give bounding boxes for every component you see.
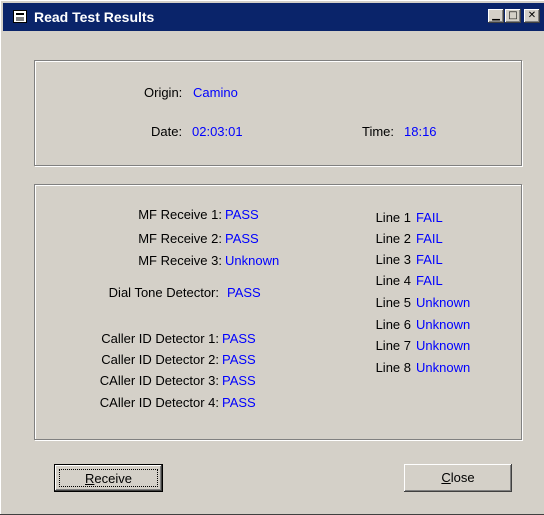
mf-receive-2-label: MF Receive 2:	[138, 231, 222, 246]
line-2-label: Line 2	[375, 231, 411, 246]
dial-tone-detector-value: PASS	[227, 285, 261, 300]
receive-mnemonic: R	[85, 471, 95, 486]
line-8-value: Unknown	[416, 360, 471, 375]
mf-receive-1-label: MF Receive 1:	[138, 207, 222, 222]
receive-button[interactable]: Receive	[54, 464, 163, 492]
date-value: 02:03:01	[192, 124, 243, 139]
receive-label: eceive	[94, 471, 132, 486]
line-1-value: FAIL	[416, 210, 443, 225]
mf-receive-1-value: PASS	[225, 207, 259, 222]
app-icon	[13, 10, 27, 23]
line-6-value: Unknown	[416, 317, 471, 332]
date-label: Date:	[151, 124, 183, 139]
close-icon[interactable]: ✕	[524, 9, 540, 23]
origin-value: Camino	[193, 85, 238, 100]
line-7-value: Unknown	[416, 338, 471, 353]
line-4-label: Line 4	[375, 273, 411, 288]
info-groupbox	[34, 60, 522, 166]
line-5-value: Unknown	[416, 295, 471, 310]
line-2-value: FAIL	[416, 231, 443, 246]
caller-id-detector-1-value: PASS	[222, 331, 256, 346]
line-5-label: Line 5	[375, 295, 411, 310]
caller-id-detector-3-label: CAller ID Detector 3:	[99, 373, 219, 388]
caller-id-detector-2-value: PASS	[222, 352, 256, 367]
title-bar[interactable]: Read Test Results ▁ □ ✕	[3, 3, 544, 31]
close-label: lose	[450, 470, 475, 485]
caller-id-detector-2-label: Caller ID Detector 2:	[101, 352, 219, 367]
mf-receive-3-value: Unknown	[225, 253, 280, 268]
time-label: Time:	[362, 124, 395, 139]
minimize-icon[interactable]: ▁	[488, 9, 504, 23]
time-value: 18:16	[404, 124, 437, 139]
caller-id-detector-1-label: Caller ID Detector 1:	[101, 331, 219, 346]
maximize-icon[interactable]: □	[505, 9, 521, 23]
close-mnemonic: C	[441, 470, 451, 485]
mf-receive-3-label: MF Receive 3:	[138, 253, 222, 268]
close-button[interactable]: Close	[404, 464, 512, 492]
caller-id-detector-3-value: PASS	[222, 373, 256, 388]
line-4-value: FAIL	[416, 273, 443, 288]
line-6-label: Line 6	[375, 317, 411, 332]
line-7-label: Line 7	[375, 338, 411, 353]
line-1-label: Line 1	[375, 210, 411, 225]
caller-id-detector-4-value: PASS	[222, 395, 256, 410]
read-test-results-window: Read Test Results ▁ □ ✕ Origin: Camino D…	[0, 0, 544, 515]
line-8-label: Line 8	[375, 360, 411, 375]
caller-id-detector-4-label: CAller ID Detector 4:	[99, 395, 219, 410]
origin-label: Origin:	[144, 85, 183, 100]
dial-tone-detector-label: Dial Tone Detector:	[108, 285, 219, 300]
line-3-label: Line 3	[375, 252, 411, 267]
window-title: Read Test Results	[34, 9, 155, 25]
mf-receive-2-value: PASS	[225, 231, 259, 246]
line-3-value: FAIL	[416, 252, 443, 267]
